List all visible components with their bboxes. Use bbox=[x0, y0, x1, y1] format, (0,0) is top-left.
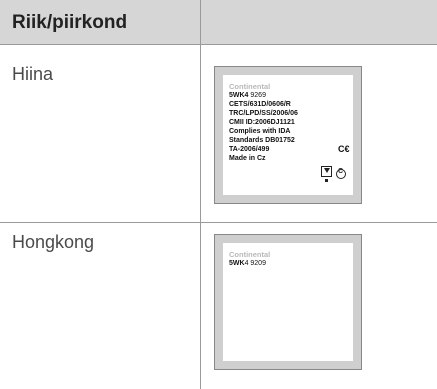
conformity-table: Riik/piirkond Hiina Continental 5WK4 926… bbox=[0, 0, 437, 389]
label-brand: Continental bbox=[229, 82, 271, 91]
column-divider bbox=[200, 223, 201, 389]
header-country-cell: Riik/piirkond bbox=[0, 0, 201, 45]
table-header: Riik/piirkond bbox=[0, 0, 437, 45]
label-line-bold: 5WK bbox=[229, 260, 245, 267]
country-name: Hongkong bbox=[12, 232, 95, 252]
recycle-tick-icon bbox=[325, 179, 328, 182]
label-inner: Continental 5WK4 9209 bbox=[223, 243, 353, 361]
label-line: TRC/LPD/SS/2006/06 bbox=[229, 110, 298, 117]
column-divider bbox=[200, 45, 201, 223]
label-line-rest: 4 9209 bbox=[244, 260, 266, 267]
product-label-image: Continental 5WK4 9269 CETS/631D/0606/R T… bbox=[214, 66, 362, 204]
label-inner: Continental 5WK4 9269 CETS/631D/0606/R T… bbox=[223, 75, 353, 195]
label-brand: Continental bbox=[229, 250, 271, 259]
country-name: Hiina bbox=[12, 64, 54, 84]
label-line: TA-2006/499 bbox=[229, 146, 270, 153]
label-line: CMII ID:2006DJ1121 bbox=[229, 119, 295, 126]
header-country-label: Riik/piirkond bbox=[12, 12, 128, 33]
label-line: Made in Cz bbox=[229, 155, 266, 162]
product-label-image: Continental 5WK4 9209 bbox=[214, 234, 362, 370]
label-line: Complies with IDA bbox=[229, 128, 291, 135]
certification-circle-icon bbox=[336, 168, 346, 179]
label-line: Standards DB01752 bbox=[229, 137, 295, 144]
label-line-bold: 5WK4 bbox=[229, 92, 249, 99]
recycle-icon bbox=[321, 166, 332, 177]
ce-mark: C€ bbox=[338, 144, 350, 154]
label-line: CETS/631D/0606/R bbox=[229, 101, 291, 108]
label-line-rest: 9269 bbox=[248, 92, 266, 99]
label-line: 5WK4 9209 bbox=[229, 259, 266, 268]
label-line: 5WK4 9269 bbox=[229, 91, 266, 100]
